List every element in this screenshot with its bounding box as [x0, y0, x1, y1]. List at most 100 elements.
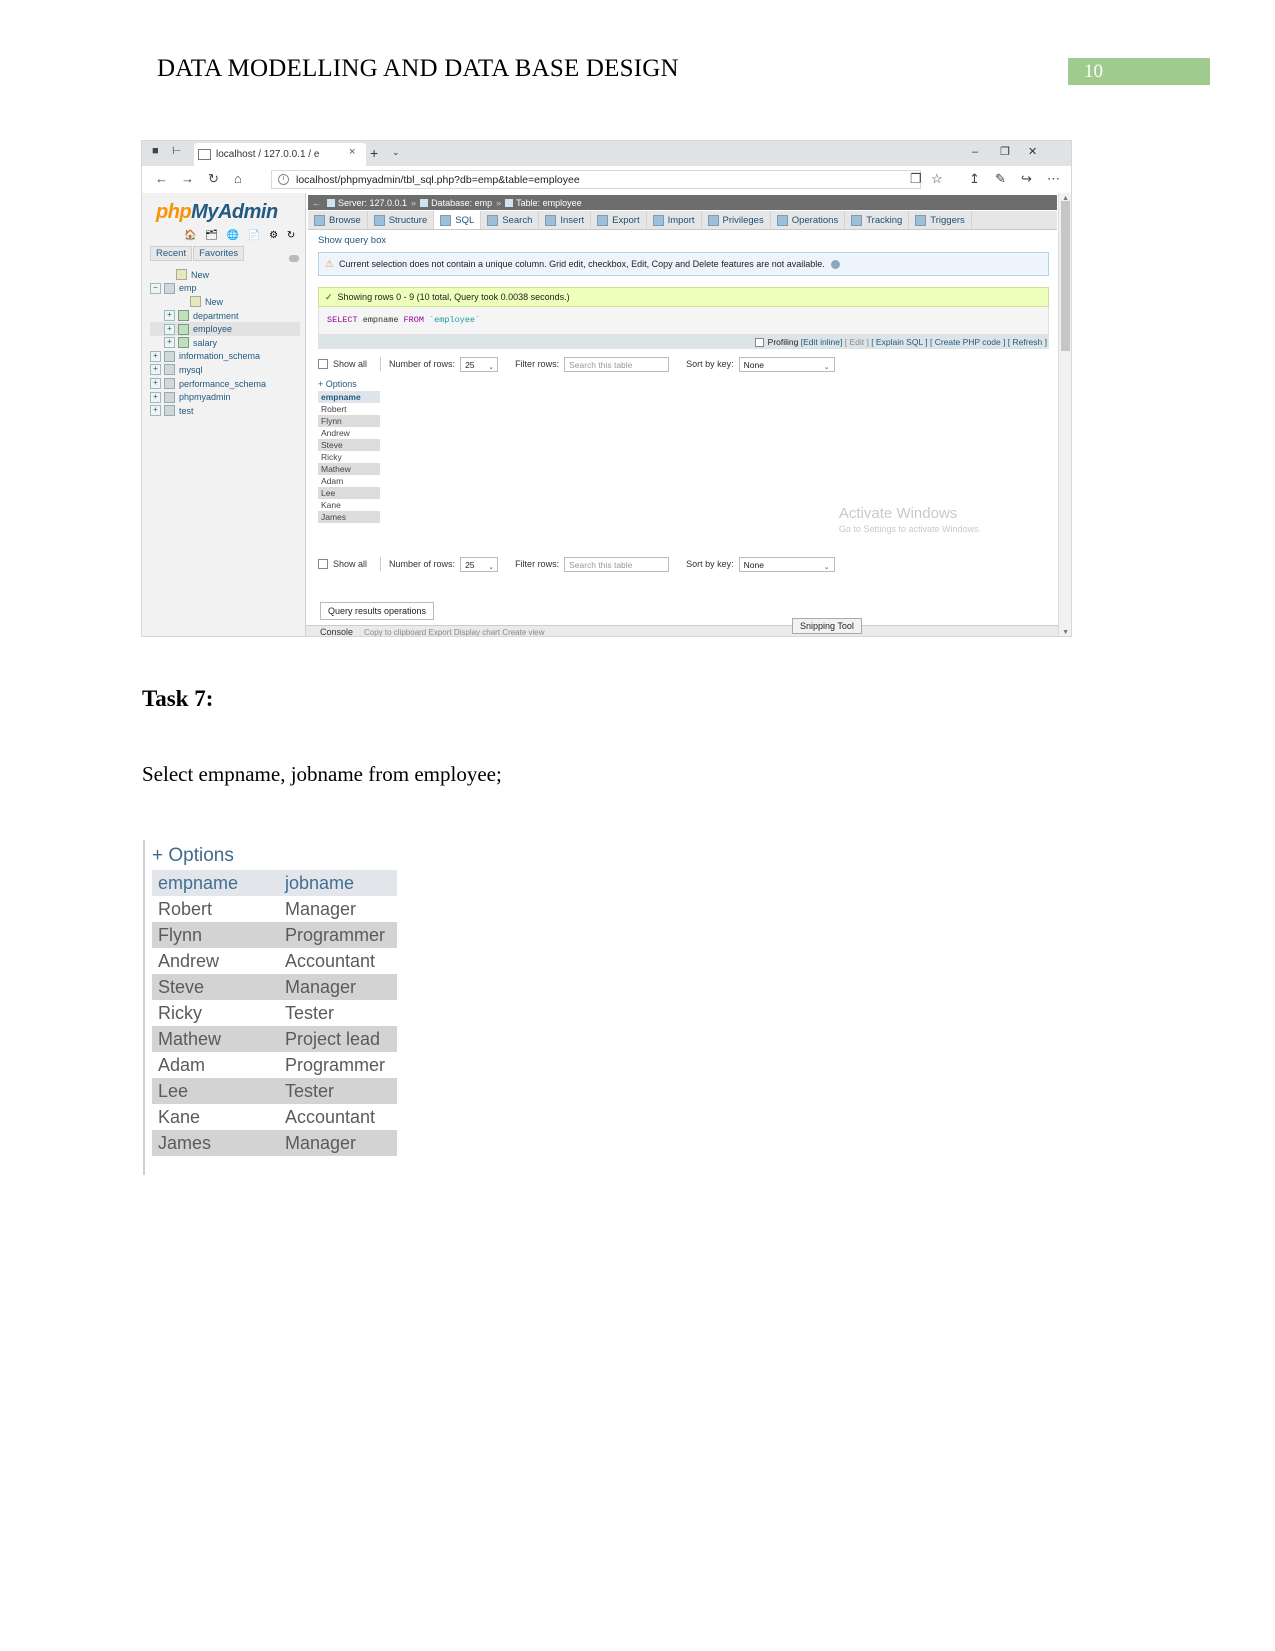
- vertical-scrollbar[interactable]: ▲ ▼: [1058, 193, 1071, 636]
- options-link[interactable]: + Options: [152, 845, 234, 867]
- tab-icon: [314, 214, 325, 226]
- tab-sql[interactable]: SQL: [434, 211, 482, 229]
- tree-expander[interactable]: +: [150, 405, 161, 417]
- sort-by-key-select[interactable]: None ⌄: [738, 356, 835, 372]
- home-icon[interactable]: ⌂: [234, 172, 242, 185]
- restore-button[interactable]: ❐: [1000, 147, 1010, 158]
- results-column-header[interactable]: empname: [318, 391, 380, 403]
- favorites-bar-icon[interactable]: ↥: [969, 172, 980, 185]
- tree-expander[interactable]: +: [164, 337, 175, 349]
- site-info-icon[interactable]: i: [278, 174, 289, 185]
- results-row: Adam: [321, 476, 344, 486]
- forward-icon[interactable]: →: [181, 172, 194, 185]
- phpmyadmin-logo[interactable]: phpMyAdmin: [156, 201, 278, 224]
- tree-item-label: information_schema: [179, 351, 261, 362]
- breadcrumb-server[interactable]: Server: 127.0.0.1: [338, 198, 407, 208]
- tree-item-salary[interactable]: + salary: [150, 336, 300, 350]
- tree-expander[interactable]: +: [150, 378, 161, 390]
- tab-export[interactable]: Export: [591, 211, 647, 229]
- tree-item-information_schema[interactable]: + information_schema: [150, 350, 300, 364]
- table-header-row: empname jobname: [152, 870, 397, 896]
- browser-tab[interactable]: localhost / 127.0.0.1 / e: [194, 143, 366, 166]
- column-header-jobname[interactable]: jobname: [279, 870, 397, 896]
- edit-link[interactable]: [ Edit ]: [845, 337, 869, 347]
- show-query-box-link[interactable]: Show query box: [318, 235, 386, 246]
- query-results-operations-tooltip: Query results operations: [320, 602, 435, 620]
- breadcrumb-database[interactable]: Database: emp: [431, 198, 492, 208]
- minimize-button[interactable]: –: [972, 147, 978, 158]
- db-icon: [164, 350, 175, 362]
- tree-item-mysql[interactable]: + mysql: [150, 363, 300, 377]
- tree-item-emp[interactable]: − emp: [150, 282, 300, 296]
- tab-search[interactable]: Search: [481, 211, 540, 229]
- reload-icon[interactable]: ↻: [208, 172, 219, 185]
- tab-triggers[interactable]: Triggers: [909, 211, 972, 229]
- tab-structure[interactable]: Structure: [368, 211, 435, 229]
- console-label[interactable]: Console: [320, 627, 353, 636]
- table-row: Adam Programmer: [152, 1052, 397, 1078]
- filter-rows-input[interactable]: Search this table: [564, 356, 670, 372]
- reading-view-icon[interactable]: ❐: [910, 172, 922, 185]
- tree-expander[interactable]: +: [150, 364, 161, 376]
- create-php-code-link[interactable]: [ Create PHP code ]: [930, 337, 1005, 347]
- sort-by-key-select[interactable]: None ⌄: [738, 556, 835, 572]
- console-operations[interactable]: Copy to clipboard Export Display chart C…: [364, 628, 545, 636]
- tab-preview-icon[interactable]: ⊢: [172, 146, 182, 157]
- show-all-checkbox[interactable]: [318, 559, 328, 569]
- cell-jobname: Accountant: [285, 1106, 376, 1127]
- help-icon[interactable]: [830, 259, 840, 269]
- tree-item-new[interactable]: New: [150, 295, 300, 309]
- sidebar-quick-icons[interactable]: 🏠 🗂 🌐 📄 ⚙ ↻: [184, 231, 298, 241]
- number-of-rows-select[interactable]: 25 ⌄: [460, 556, 499, 572]
- favorites-tab[interactable]: Favorites: [193, 246, 245, 261]
- breadcrumb-table[interactable]: Table: employee: [516, 198, 582, 208]
- number-of-rows-select[interactable]: 25 ⌄: [460, 356, 499, 372]
- back-icon[interactable]: ←: [155, 172, 168, 185]
- column-header-empname[interactable]: empname: [152, 870, 279, 896]
- profiling-checkbox[interactable]: [754, 337, 764, 347]
- chevron-down-icon[interactable]: ⌄: [392, 148, 400, 157]
- breadcrumb-back-icon[interactable]: ←: [312, 198, 321, 208]
- tab-privileges[interactable]: Privileges: [702, 211, 771, 229]
- tree-expander[interactable]: +: [150, 391, 161, 403]
- address-bar[interactable]: i localhost/phpmyadmin/tbl_sql.php?db=em…: [271, 170, 921, 189]
- tree-item-test[interactable]: + test: [150, 404, 300, 418]
- tab-tracking[interactable]: Tracking: [845, 211, 910, 229]
- scrollbar-thumb[interactable]: [1061, 201, 1070, 351]
- explain-sql-link[interactable]: [ Explain SQL ]: [871, 337, 927, 347]
- window-close-button[interactable]: ✕: [1028, 147, 1037, 158]
- recent-favorites-tabs[interactable]: Recent Favorites: [150, 246, 245, 261]
- share-icon[interactable]: ↪: [1021, 172, 1032, 185]
- close-icon[interactable]: ×: [349, 147, 355, 158]
- tab-browse[interactable]: Browse: [308, 211, 368, 229]
- window-menu-icon[interactable]: ■: [152, 146, 159, 157]
- tree-expander[interactable]: +: [164, 310, 175, 322]
- tab-import[interactable]: Import: [647, 211, 702, 229]
- tree-expander[interactable]: +: [150, 350, 161, 362]
- more-settings-icon[interactable]: ⋯: [1047, 172, 1060, 185]
- tree-expander[interactable]: −: [150, 282, 161, 294]
- tab-operations[interactable]: Operations: [771, 211, 846, 229]
- tree-item-department[interactable]: + department: [150, 309, 300, 323]
- notes-icon[interactable]: ✎: [995, 172, 1006, 185]
- tree-item-new[interactable]: New: [150, 268, 300, 282]
- filter-rows-input[interactable]: Search this table: [564, 556, 670, 572]
- tree-item-performance_schema[interactable]: + performance_schema: [150, 377, 300, 391]
- figure-left-border: [143, 840, 145, 1175]
- edit-inline-link[interactable]: [Edit inline]: [801, 337, 843, 347]
- tree-item-phpmyadmin[interactable]: + phpmyadmin: [150, 390, 300, 404]
- show-all-checkbox[interactable]: [318, 359, 328, 369]
- sidebar-collapse-icon[interactable]: [289, 255, 299, 262]
- refresh-link[interactable]: [ Refresh ]: [1008, 337, 1047, 347]
- new-icon: [176, 269, 187, 281]
- tree-item-employee[interactable]: + employee: [150, 322, 300, 336]
- tab-insert[interactable]: Insert: [539, 211, 592, 229]
- snipping-tool-button[interactable]: Snipping Tool: [792, 618, 862, 634]
- tab-label: Insert: [560, 214, 585, 226]
- recent-tab[interactable]: Recent: [150, 246, 193, 261]
- scroll-down-icon[interactable]: ▼: [1062, 629, 1069, 636]
- tree-expander[interactable]: +: [164, 323, 175, 335]
- favorite-star-icon[interactable]: ☆: [931, 172, 943, 185]
- options-link[interactable]: + Options: [318, 379, 357, 389]
- new-tab-button[interactable]: +: [370, 146, 378, 160]
